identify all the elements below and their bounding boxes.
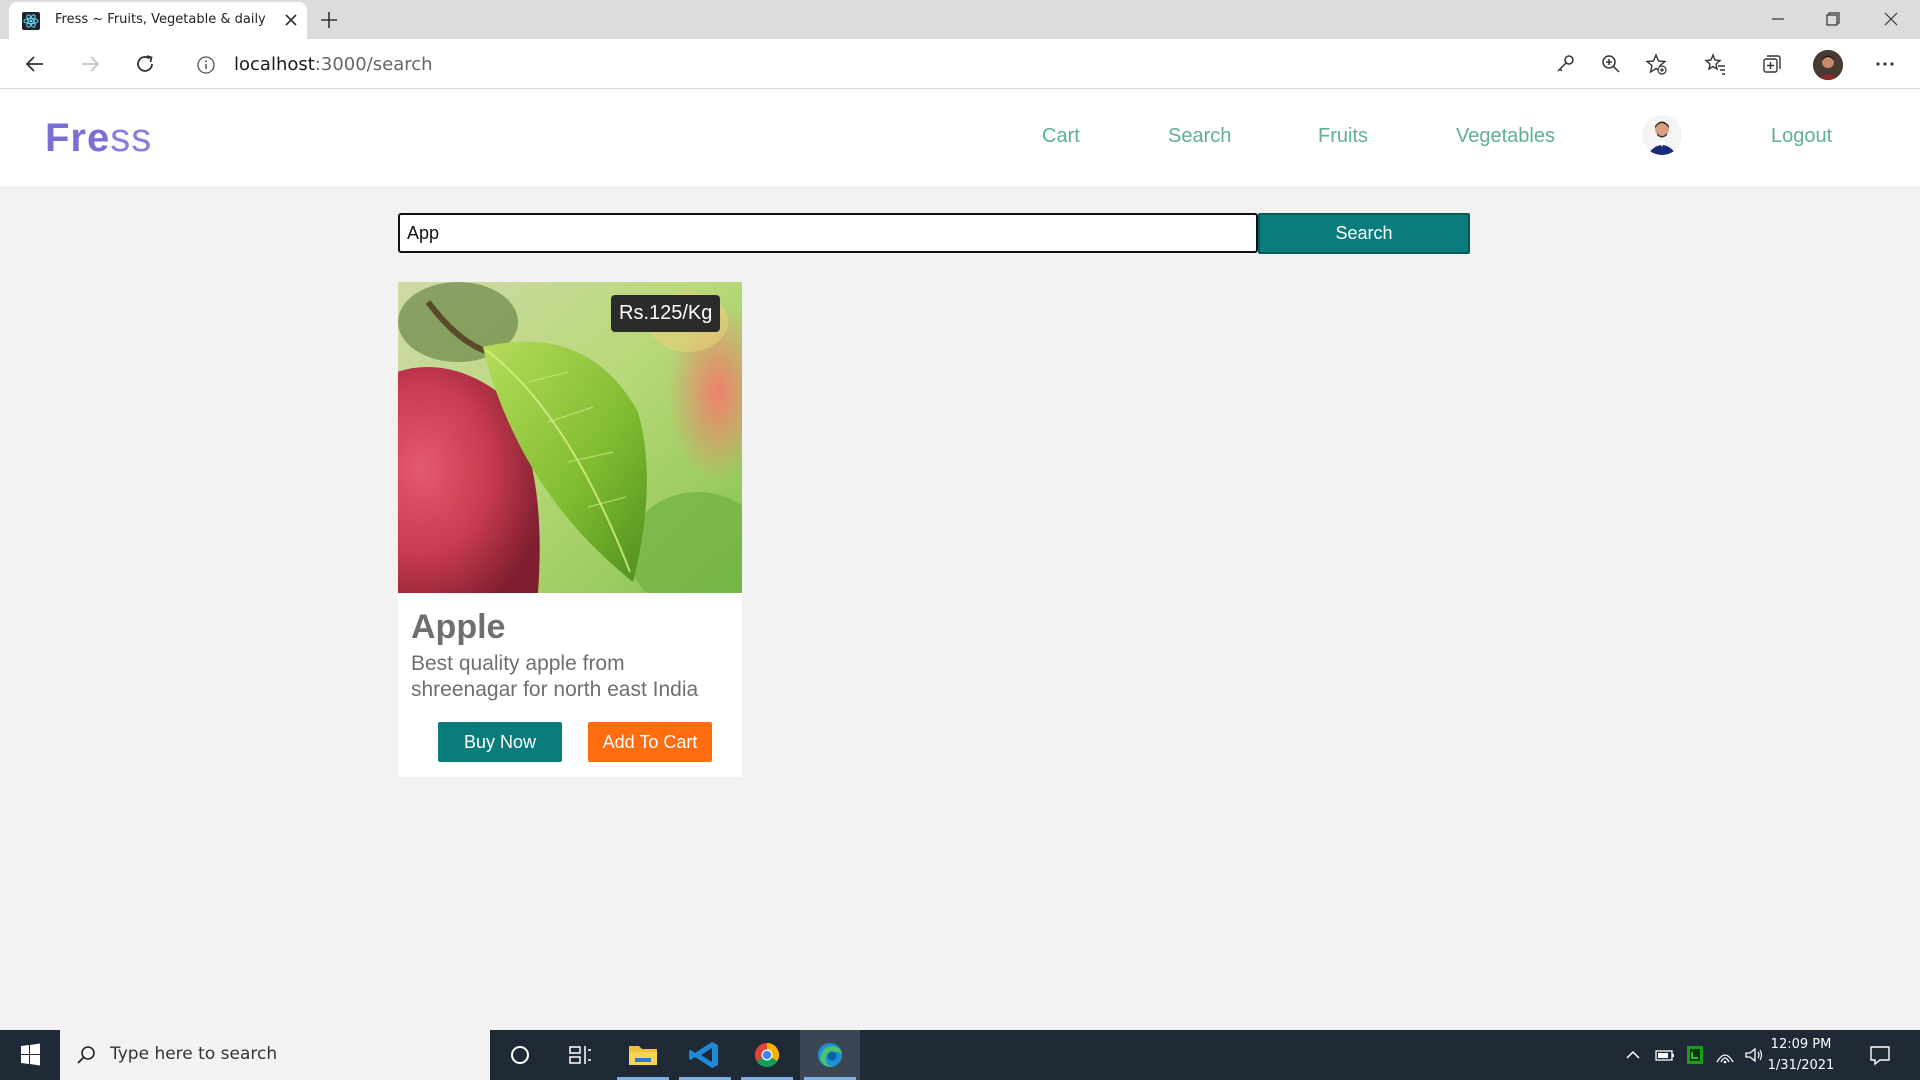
nav-link-search[interactable]: Search	[1168, 125, 1231, 148]
site-info-icon[interactable]	[196, 55, 216, 75]
refresh-icon[interactable]	[132, 51, 158, 77]
windows-logo-icon	[21, 1043, 40, 1066]
product-image-apple: Rs.125/Kg	[398, 282, 742, 593]
product-name: Apple	[411, 608, 506, 646]
url-text: localhost:3000/search	[234, 54, 433, 75]
back-arrow-icon[interactable]	[22, 51, 48, 77]
key-icon[interactable]	[1552, 51, 1578, 77]
new-tab-icon[interactable]	[318, 9, 340, 31]
cortana-button[interactable]	[490, 1030, 550, 1080]
url-host: localhost	[234, 54, 315, 75]
close-tab-icon[interactable]	[281, 10, 301, 30]
nav-link-fruits[interactable]: Fruits	[1318, 125, 1368, 148]
nav-link-cart[interactable]: Cart	[1042, 125, 1080, 148]
browser-tab-strip: Fress ~ Fruits, Vegetable & daily	[0, 0, 1920, 39]
product-description: Best quality apple from shreenagar for n…	[411, 652, 699, 701]
windows-taskbar: Type here to search 12:09 PM 1/31/2021	[0, 1030, 1920, 1080]
product-search-input[interactable]	[398, 213, 1258, 253]
notifications-icon[interactable]	[1868, 1043, 1892, 1067]
cortana-circle-icon	[511, 1046, 529, 1064]
browser-tab[interactable]: Fress ~ Fruits, Vegetable & daily	[9, 2, 307, 39]
taskbar-search-box[interactable]: Type here to search	[60, 1030, 490, 1080]
collections-icon[interactable]	[1758, 51, 1784, 77]
nav-link-vegetables[interactable]: Vegetables	[1456, 125, 1555, 148]
browser-profile-avatar[interactable]	[1813, 50, 1843, 80]
clock-date: 1/31/2021	[1767, 1058, 1835, 1073]
profile-person-icon	[1813, 50, 1843, 80]
task-view-button[interactable]	[550, 1030, 610, 1080]
edge-button[interactable]	[800, 1030, 860, 1080]
taskbar-search-placeholder: Type here to search	[110, 1044, 278, 1064]
restore-icon[interactable]	[1820, 6, 1846, 32]
chrome-button[interactable]	[737, 1030, 797, 1080]
user-avatar[interactable]	[1642, 115, 1682, 155]
favorites-icon[interactable]	[1702, 51, 1728, 77]
user-person-icon	[1642, 115, 1682, 155]
show-hidden-icons-chevron-icon[interactable]	[1622, 1044, 1644, 1066]
react-logo-icon	[22, 12, 40, 30]
zoom-icon[interactable]	[1598, 51, 1624, 77]
app-tray-icon[interactable]	[1684, 1044, 1706, 1066]
vscode-icon	[689, 1042, 718, 1068]
edge-icon	[818, 1043, 842, 1068]
wifi-icon[interactable]	[1714, 1044, 1736, 1066]
logo-bold-text: Fre	[45, 116, 111, 160]
vscode-button[interactable]	[675, 1030, 735, 1080]
browser-toolbar: localhost:3000/search	[0, 39, 1920, 89]
close-window-icon[interactable]	[1878, 6, 1904, 32]
taskbar-clock[interactable]: 12:09 PM 1/31/2021	[1756, 1034, 1846, 1076]
app-navbar: Fress Cart Search Fruits Vegetables Logo…	[0, 89, 1920, 186]
start-button[interactable]	[0, 1030, 60, 1080]
tab-title: Fress ~ Fruits, Vegetable & daily	[55, 12, 266, 27]
buy-now-button[interactable]: Buy Now	[438, 722, 562, 762]
product-card: Rs.125/Kg Apple Best quality apple from …	[398, 282, 742, 777]
logo-light-text: ss	[110, 116, 153, 160]
forward-arrow-icon[interactable]	[77, 51, 103, 77]
file-explorer-button[interactable]	[613, 1030, 673, 1080]
address-bar[interactable]: localhost:3000/search	[180, 46, 1680, 82]
chrome-icon	[754, 1043, 780, 1068]
price-badge: Rs.125/Kg	[611, 295, 721, 332]
clock-time: 12:09 PM	[1770, 1037, 1832, 1052]
task-view-icon	[569, 1046, 591, 1064]
add-favorite-icon[interactable]	[1643, 51, 1669, 77]
add-to-cart-button[interactable]: Add To Cart	[588, 722, 712, 762]
folder-icon	[629, 1046, 657, 1065]
search-icon	[77, 1046, 95, 1064]
nav-link-logout[interactable]: Logout	[1771, 125, 1832, 148]
battery-icon[interactable]	[1654, 1044, 1676, 1066]
fress-logo[interactable]: Fress	[45, 116, 152, 161]
minimize-icon[interactable]	[1765, 6, 1791, 32]
url-path: :3000/search	[314, 54, 433, 75]
search-button[interactable]: Search	[1258, 213, 1470, 254]
more-options-icon[interactable]	[1872, 51, 1898, 77]
